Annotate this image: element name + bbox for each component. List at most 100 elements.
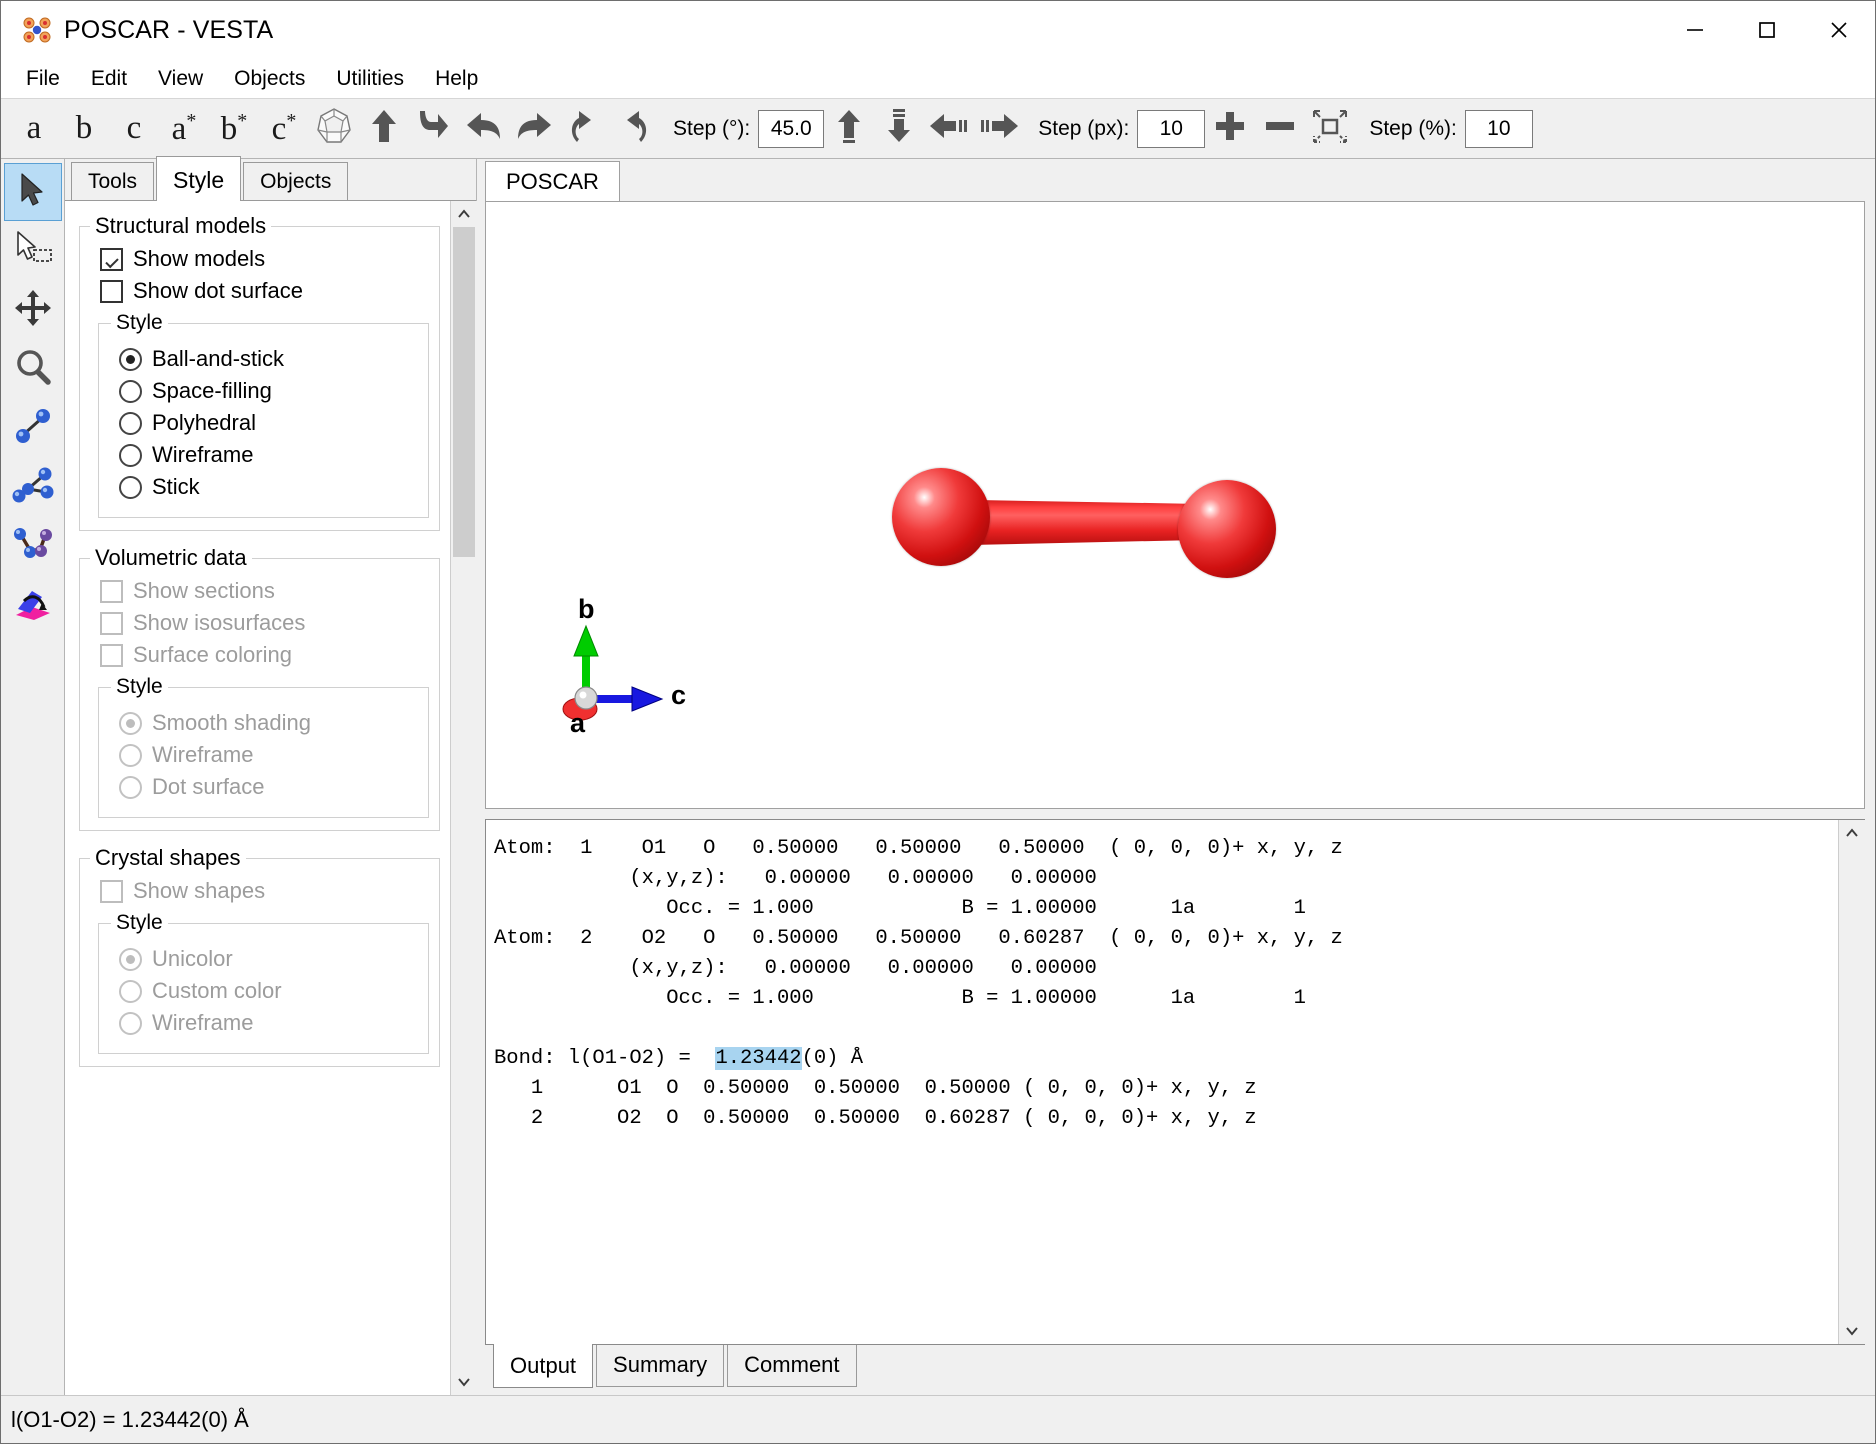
title-bar: POSCAR - VESTA — [1, 1, 1875, 59]
view-along-a-star-button[interactable]: a* — [159, 104, 209, 154]
atom-O2[interactable] — [1178, 480, 1276, 578]
axis-astar-label: a — [171, 110, 187, 147]
show-dot-surface-row[interactable]: Show dot surface — [80, 275, 439, 307]
view-along-c-star-button[interactable]: c* — [259, 104, 309, 154]
axis-bstar-star: * — [237, 109, 248, 132]
plane-tool-button[interactable] — [4, 576, 62, 634]
undo-icon — [465, 109, 503, 148]
move-up-icon — [834, 108, 864, 149]
view-along-b-button[interactable]: b — [59, 104, 109, 154]
minimize-button[interactable] — [1659, 1, 1731, 59]
output-tab-output[interactable]: Output — [493, 1344, 594, 1388]
select-tool-button[interactable] — [3, 163, 62, 221]
axis-label-c: c — [671, 680, 687, 710]
show-models-row[interactable]: Show models — [80, 243, 439, 275]
distance-tool-button[interactable] — [4, 399, 62, 457]
bond-line-suffix: (0) Å — [801, 1047, 864, 1070]
atom-O1[interactable] — [892, 468, 990, 566]
move-tool-button[interactable] — [4, 281, 62, 339]
menu-help[interactable]: Help — [421, 64, 492, 94]
side-panel-scrollbar[interactable] — [450, 201, 477, 1395]
output-tab-summary[interactable]: Summary — [596, 1345, 725, 1387]
view-along-a-button[interactable]: a — [9, 104, 59, 154]
window-controls — [1659, 1, 1875, 59]
polyhedron-icon — [314, 106, 354, 151]
menu-edit[interactable]: Edit — [77, 64, 141, 94]
maximize-button[interactable] — [1731, 1, 1803, 59]
output-scrollbar[interactable] — [1838, 820, 1865, 1344]
menu-view[interactable]: View — [144, 64, 217, 94]
style-stick-radio[interactable] — [119, 475, 142, 499]
bond-length-highlighted[interactable]: 1.23442 — [715, 1047, 802, 1070]
document-tab-poscar[interactable]: POSCAR — [485, 161, 620, 201]
crystal-custom-color-radio — [119, 979, 142, 1003]
dihedral-tool-button[interactable] — [4, 517, 62, 575]
output-scroll-down-arrow-icon[interactable] — [1838, 1318, 1865, 1344]
style-polyhedral-radio[interactable] — [119, 411, 142, 435]
fit-to-screen-button[interactable] — [1305, 104, 1355, 154]
polyhedron-button[interactable] — [309, 104, 359, 154]
output-line-10: 2 O2 O 0.50000 0.50000 0.60287 ( 0, 0, 0… — [494, 1107, 1257, 1130]
step-degrees-input[interactable] — [758, 109, 825, 148]
crystal-custom-color-label: Custom color — [152, 978, 282, 1003]
side-panel-scroll-thumb[interactable] — [452, 227, 475, 557]
view-along-c-button[interactable]: c — [109, 104, 159, 154]
rotate-cw-button[interactable] — [609, 104, 659, 154]
show-models-checkbox[interactable] — [100, 247, 123, 271]
menu-objects[interactable]: Objects — [220, 64, 319, 94]
axis-c-label: c — [126, 110, 142, 146]
magnifier-icon — [13, 347, 53, 392]
rotate-down-button[interactable] — [409, 104, 459, 154]
dihedral-angle-icon — [12, 524, 54, 569]
step-px-input[interactable] — [1137, 109, 1206, 148]
style-space-filling-row[interactable]: Space-filling — [99, 375, 428, 407]
close-button[interactable] — [1803, 1, 1875, 59]
move-right-icon — [978, 111, 1020, 146]
style-ball-and-stick-row[interactable]: Ball-and-stick — [99, 343, 428, 375]
style-wireframe-row[interactable]: Wireframe — [99, 439, 428, 471]
style-panel-content: Structural models Show models Show dot s… — [65, 201, 450, 1395]
axis-cstar-label: c — [271, 110, 287, 147]
style-space-filling-radio[interactable] — [119, 379, 142, 403]
undo-rotate-button[interactable] — [459, 104, 509, 154]
select-area-tool-button[interactable] — [4, 222, 62, 280]
style-ball-and-stick-radio[interactable] — [119, 347, 142, 371]
angle-tool-button[interactable] — [4, 458, 62, 516]
crystal-shapes-legend: Crystal shapes — [95, 845, 241, 870]
tab-tools[interactable]: Tools — [71, 162, 155, 200]
tab-objects[interactable]: Objects — [243, 162, 349, 200]
style-wireframe-radio[interactable] — [119, 443, 142, 467]
step-percent-input[interactable] — [1464, 109, 1533, 148]
volumetric-data-legend: Volumetric data — [95, 545, 247, 570]
output-line-9: 1 O1 O 0.50000 0.50000 0.50000 ( 0, 0, 0… — [494, 1077, 1257, 1100]
translate-down-button[interactable] — [874, 104, 924, 154]
style-stick-row[interactable]: Stick — [99, 471, 428, 503]
output-text[interactable]: Atom: 1 O1 O 0.50000 0.50000 0.50000 ( 0… — [486, 820, 1838, 1344]
bond-O1-O2 — [970, 499, 1188, 545]
show-dot-surface-checkbox[interactable] — [100, 279, 123, 303]
scroll-up-arrow-icon[interactable] — [450, 201, 477, 227]
output-tab-comment[interactable]: Comment — [727, 1345, 857, 1387]
show-shapes-checkbox — [100, 879, 123, 903]
scroll-down-arrow-icon[interactable] — [450, 1369, 477, 1395]
translate-right-button[interactable] — [974, 104, 1024, 154]
translate-left-button[interactable] — [924, 104, 974, 154]
menu-utilities[interactable]: Utilities — [322, 64, 418, 94]
3d-viewport[interactable]: b c a — [485, 201, 1865, 809]
zoom-in-button[interactable] — [1205, 104, 1255, 154]
volumetric-smooth-shading-radio — [119, 711, 142, 735]
zoom-out-button[interactable] — [1255, 104, 1305, 154]
side-panel-scroll-track[interactable] — [450, 227, 477, 1369]
zoom-tool-button[interactable] — [4, 340, 62, 398]
translate-up-button[interactable] — [824, 104, 874, 154]
output-scroll-track[interactable] — [1838, 846, 1865, 1318]
output-line-5: (x,y,z): 0.00000 0.00000 0.00000 — [494, 957, 1097, 980]
style-polyhedral-row[interactable]: Polyhedral — [99, 407, 428, 439]
view-along-b-star-button[interactable]: b* — [209, 104, 259, 154]
redo-rotate-button[interactable] — [509, 104, 559, 154]
rotate-ccw-button[interactable] — [559, 104, 609, 154]
output-scroll-up-arrow-icon[interactable] — [1838, 820, 1865, 846]
tab-style[interactable]: Style — [156, 156, 242, 201]
menu-file[interactable]: File — [12, 64, 74, 94]
rotate-up-button[interactable] — [359, 104, 409, 154]
